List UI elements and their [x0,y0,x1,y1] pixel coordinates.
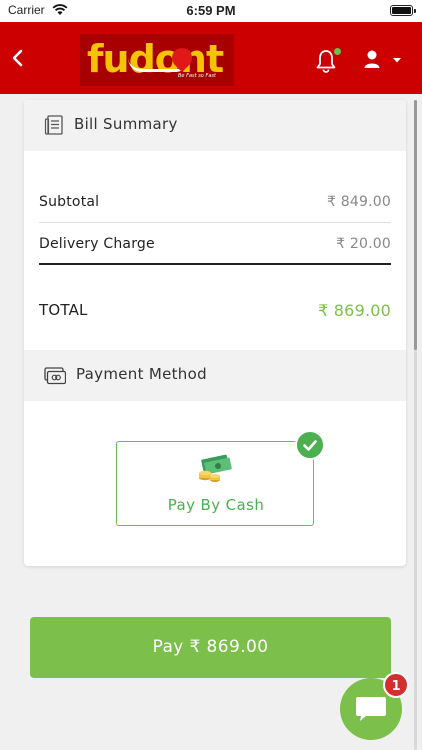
bill-summary-header: Bill Summary [24,100,406,151]
status-bar: Carrier 6:59 PM [0,0,422,22]
user-menu-button[interactable] [362,48,406,72]
app-header: fudont Be Fast so Fast [0,22,422,94]
payment-method-header: Payment Method [24,350,406,401]
user-icon [364,50,380,68]
credit-card-icon [44,367,66,385]
delivery-charge-value: ₹ 20.00 [336,236,391,252]
subtotal-value: ₹ 849.00 [327,194,391,210]
receipt-icon [44,115,63,135]
delivery-charge-label: Delivery Charge [39,236,155,252]
app-logo: fudont Be Fast so Fast [80,34,234,86]
chat-unread-badge: 1 [383,672,409,698]
clock: 6:59 PM [186,3,236,18]
caret-down-icon [393,58,401,63]
battery-icon [390,5,416,16]
logo-tagline: Be Fast so Fast [178,73,216,79]
pay-by-cash-label: Pay By Cash [167,496,265,514]
scrollbar-thumb[interactable] [414,100,417,350]
cash-icon [199,454,232,482]
total-divider [39,263,391,265]
payment-method-title: Payment Method [76,365,207,383]
notification-dot [333,47,342,56]
total-label: TOTAL [39,301,88,319]
back-arrow-icon[interactable] [8,46,28,70]
checkout-card: Bill Summary Subtotal ₹ 849.00 Delivery … [24,100,406,566]
total-value: ₹ 869.00 [318,301,391,320]
total-row: TOTAL ₹ 869.00 [39,289,391,329]
selected-check-icon [295,430,325,460]
subtotal-label: Subtotal [39,194,100,210]
chat-bubble-icon [356,697,386,721]
pay-button[interactable]: Pay ₹ 869.00 [30,617,391,678]
subtotal-row: Subtotal ₹ 849.00 [39,182,391,222]
delivery-charge-row: Delivery Charge ₹ 20.00 [39,224,391,264]
divider [39,222,391,223]
pay-by-cash-option[interactable]: Pay By Cash [116,441,314,526]
bill-summary-title: Bill Summary [74,115,178,133]
